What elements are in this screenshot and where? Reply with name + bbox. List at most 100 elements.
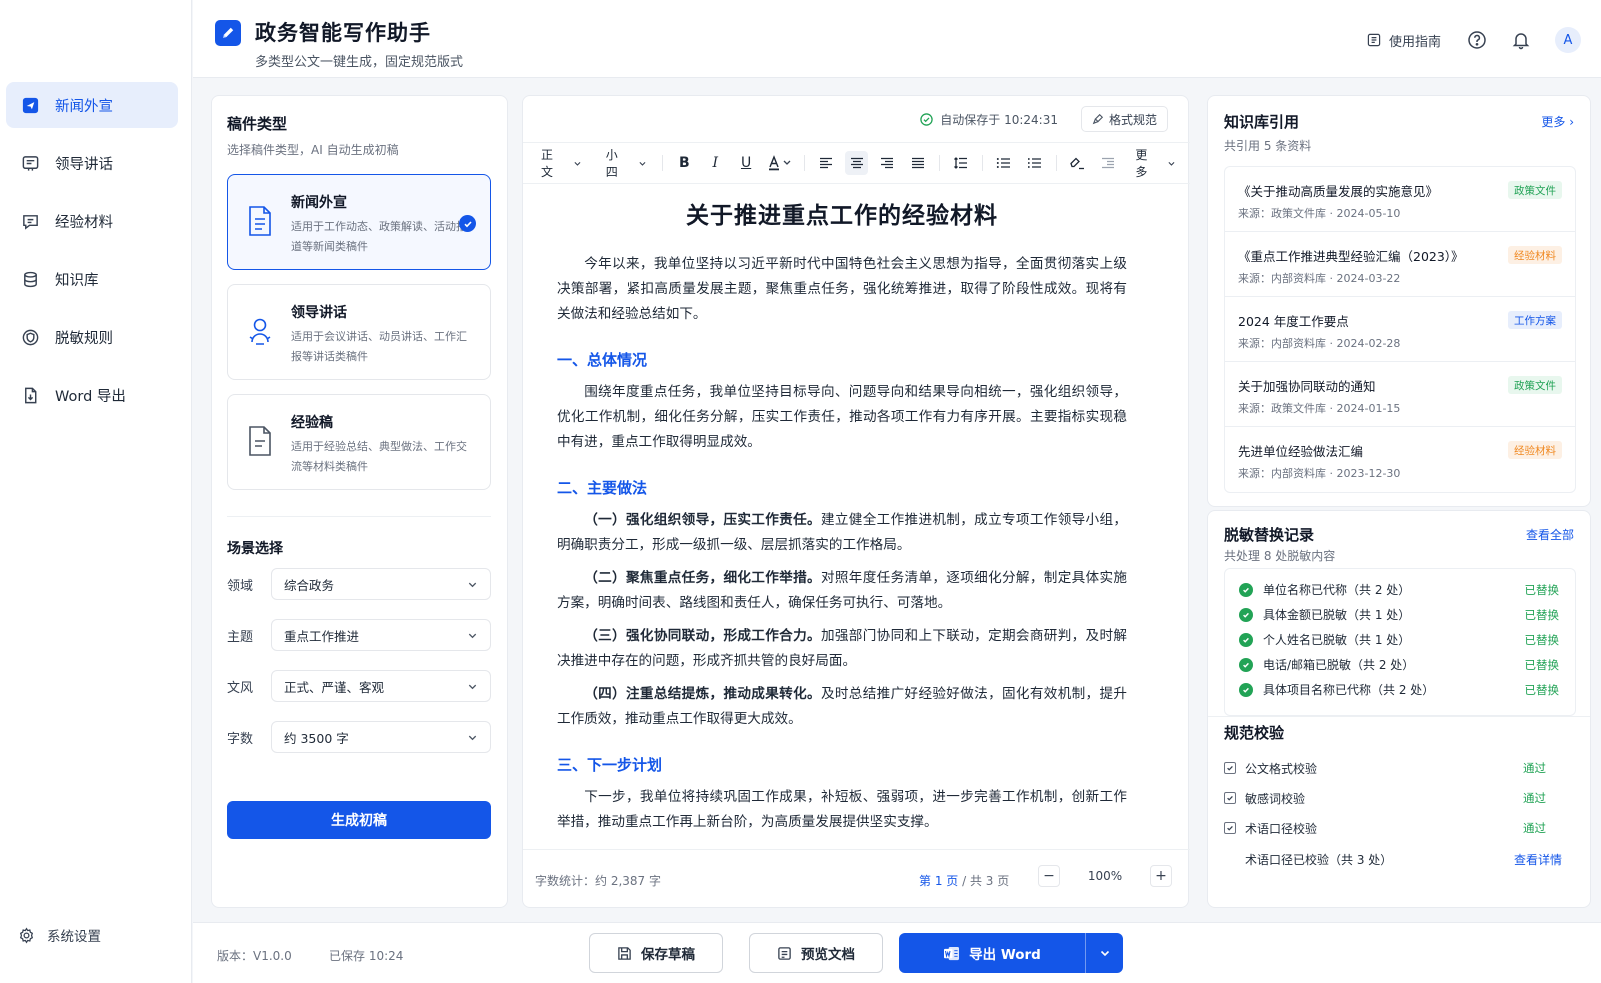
list-item[interactable]: 《重点工作推进典型经验汇编（2023）》 来源：内部资料库 · 2024-03-… (1225, 232, 1575, 297)
settings-button[interactable]: 系统设置 (18, 925, 101, 945)
list-item[interactable]: 先进单位经验做法汇编 来源：内部资料库 · 2023-12-30 经验材料 (1225, 427, 1575, 492)
align-center-icon (850, 157, 863, 169)
validation-row: 术语口径校验 通过 (1224, 817, 1564, 839)
sidebar-item-news[interactable]: 新闻外宣 (6, 82, 178, 128)
font-size-select[interactable]: 小四 (606, 146, 647, 180)
doc-intro: 今年以来，我单位坚持以习近平新时代中国特色社会主义思想为指导，全面贯彻落实上级决… (557, 256, 1127, 322)
desens-row-text: 单位名称已代称（共 2 处） (1263, 583, 1411, 597)
bullet-list-icon (1028, 158, 1042, 168)
zoom-in-button[interactable]: + (1150, 865, 1172, 887)
doc-heading-1: 一、总体情况 (557, 351, 648, 369)
kb-item-tag: 经验材料 (1508, 246, 1562, 264)
avatar[interactable]: A (1555, 27, 1581, 53)
database-icon (19, 268, 41, 290)
export-word-button[interactable]: 导出 Word (899, 933, 1085, 973)
list-item[interactable]: 2024 年度工作要点 来源：内部资料库 · 2024-02-28 工作方案 (1225, 297, 1575, 362)
domain-select[interactable]: 综合政务 (271, 568, 491, 600)
chat-doc-icon (19, 210, 41, 232)
chevron-down-icon (468, 735, 477, 740)
underline-button[interactable]: U (734, 151, 758, 175)
list-item[interactable]: 《关于推动高质量发展的实施意见》 来源：政策文件库 · 2024-05-10 政… (1225, 167, 1575, 232)
format-spec-button[interactable]: 格式规范 (1080, 106, 1168, 132)
doc-point: （二）聚焦重点任务，细化工作举措。对照年度任务清单，逐项细化分解，制定具体实施方… (557, 566, 1127, 616)
indent-button[interactable] (1097, 151, 1121, 175)
clear-format-button[interactable] (1066, 151, 1090, 175)
desens-view-all-link[interactable]: 查看全部 (1526, 526, 1574, 543)
list-item: 单位名称已代称（共 2 处） 已替换 (1225, 577, 1575, 602)
field-topic: 主题 重点工作推进 (227, 619, 491, 651)
preview-button[interactable]: 预览文档 (749, 933, 883, 973)
check-circle-icon (1239, 632, 1253, 647)
help-icon[interactable] (1467, 30, 1487, 50)
zoom-out-button[interactable]: − (1038, 865, 1060, 887)
numbered-list-button[interactable] (992, 151, 1016, 175)
select-value: 综合政务 (284, 577, 335, 593)
list-item: 具体金额已脱敏（共 1 处） 已替换 (1225, 602, 1575, 627)
list-item: 具体项目名称已代称（共 2 处） 已替换 (1225, 677, 1575, 702)
kb-item-tag: 政策文件 (1508, 181, 1562, 199)
type-card-experience[interactable]: 经验稿 适用于经验总结、典型做法、工作交流等材料类稿件 (227, 394, 491, 490)
chevron-down-icon (468, 684, 477, 689)
type-card-news[interactable]: 新闻外宣 适用于工作动态、政策解读、活动报道等新闻类稿件 (227, 174, 491, 270)
style-select[interactable]: 正式、严谨、客观 (271, 670, 491, 702)
doc-point-lead: （三）强化协同联动，形成工作合力。 (584, 628, 821, 644)
preview-icon (778, 946, 791, 960)
field-domain: 领域 综合政务 (227, 568, 491, 600)
kb-item-title: 《重点工作推进典型经验汇编（2023）》 (1238, 249, 1464, 264)
desens-row-status: 已替换 (1524, 632, 1560, 647)
type-card-desc: 适用于经验总结、典型做法、工作交流等材料类稿件 (291, 440, 467, 473)
send-icon (19, 94, 41, 116)
sidebar-item-experience[interactable]: 经验材料 (6, 198, 178, 244)
knowledge-more-link[interactable]: 更多 › (1541, 113, 1574, 130)
bell-icon[interactable] (1511, 30, 1531, 50)
generate-button[interactable]: 生成初稿 (227, 801, 491, 839)
type-card-title: 经验稿 (291, 415, 333, 431)
page-total: / 共 3 页 (958, 874, 1010, 888)
export-word-group: 导出 Word (899, 933, 1123, 973)
zoom-control: − 100% + (1038, 865, 1172, 887)
validation-row: 敏感词校验 通过 (1224, 787, 1564, 809)
desens-row-text: 电话/邮箱已脱敏（共 2 处） (1263, 658, 1415, 672)
desens-row-status: 已替换 (1524, 682, 1560, 697)
export-options-button[interactable] (1085, 933, 1123, 973)
align-left-button[interactable] (814, 151, 838, 175)
validation-row-text: 术语口径校验 (1245, 821, 1318, 836)
sidebar-nav: 新闻外宣 领导讲话 经验材料 知识库 脱敏规则 Word 导出 (6, 82, 178, 430)
word-count: 字数统计：约 2,387 字 (535, 874, 661, 888)
sidebar-item-speech[interactable]: 领导讲话 (6, 140, 178, 186)
align-center-button[interactable] (844, 151, 869, 175)
validation-row: 公文格式校验 通过 (1224, 757, 1564, 779)
type-card-title: 领导讲话 (291, 305, 347, 321)
align-right-button[interactable] (875, 151, 899, 175)
sidebar-item-knowledge[interactable]: 知识库 (6, 256, 178, 302)
bullet-list-button[interactable] (1023, 151, 1047, 175)
guide-button[interactable]: 使用指南 (1366, 31, 1441, 50)
sidebar-item-desens[interactable]: 脱敏规则 (6, 314, 178, 360)
validation-detail-link[interactable]: 查看详情 (1514, 851, 1562, 868)
document-title: 关于推进重点工作的经验材料 (686, 203, 998, 229)
type-card-title: 新闻外宣 (291, 195, 347, 211)
align-justify-button[interactable] (906, 151, 930, 175)
brush-icon (1092, 113, 1104, 125)
topic-select[interactable]: 重点工作推进 (271, 619, 491, 651)
type-card-desc: 适用于会议讲话、动员讲话、工作汇报等讲话类稿件 (291, 330, 467, 363)
paragraph-style-select[interactable]: 正文 (541, 146, 582, 180)
save-draft-button[interactable]: 保存草稿 (589, 933, 723, 973)
list-item[interactable]: 关于加强协同联动的通知 来源：政策文件库 · 2024-01-15 政策文件 (1225, 362, 1575, 427)
draft-type-subtitle: 选择稿件类型，AI 自动生成初稿 (227, 143, 399, 157)
more-tools-select[interactable]: 更多 (1135, 146, 1176, 180)
word-icon (944, 946, 960, 960)
app-title: 政务智能写作助手 (255, 21, 431, 45)
document-body[interactable]: 关于推进重点工作的经验材料 今年以来，我单位坚持以习近平新时代中国特色社会主义思… (557, 196, 1127, 835)
doc-paragraph-1: 围绕年度重点任务，我单位坚持目标导向、问题导向和结果导向相统一，强化组织领导，优… (557, 384, 1127, 450)
line-spacing-button[interactable] (949, 151, 973, 175)
italic-button[interactable]: I (703, 151, 727, 175)
type-card-speech[interactable]: 领导讲话 适用于会议讲话、动员讲话、工作汇报等讲话类稿件 (227, 284, 491, 380)
desens-row-status: 已替换 (1524, 582, 1560, 597)
bold-button[interactable]: B (672, 151, 696, 175)
sidebar-item-word-export[interactable]: Word 导出 (6, 372, 178, 418)
version-text: 版本：V1.0.0 (217, 949, 292, 963)
font-color-button[interactable] (765, 151, 795, 175)
field-label: 主题 (227, 629, 254, 645)
word-count-select[interactable]: 约 3500 字 (271, 721, 491, 753)
